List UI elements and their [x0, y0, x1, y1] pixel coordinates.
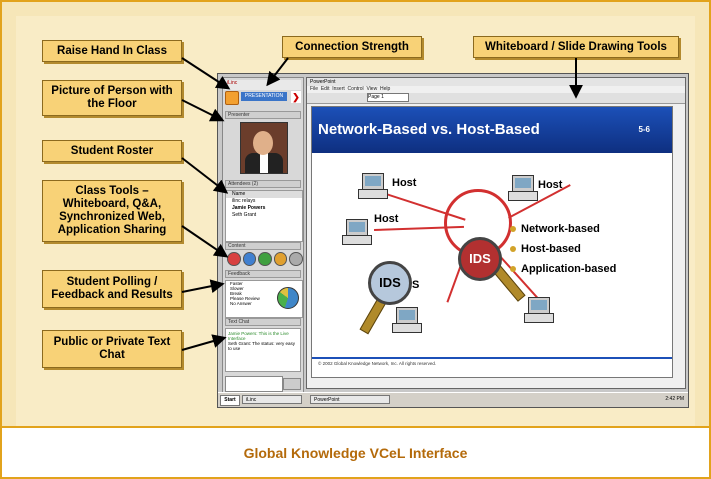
feedback-header: Feedback: [225, 270, 301, 278]
app-share-tool-icon[interactable]: [273, 252, 288, 266]
chat-input[interactable]: [225, 376, 283, 392]
content-header: Content: [225, 242, 301, 250]
taskbar-item[interactable]: iLinc: [242, 395, 302, 404]
menu-help[interactable]: Help: [380, 86, 390, 92]
slide-bullet: Host-based: [510, 243, 581, 255]
qa-tool-icon[interactable]: [242, 252, 257, 266]
callout-roster: Student Roster: [42, 140, 182, 162]
student-roster: Name ilinc relays Jamie Powers Seth Gran…: [225, 190, 303, 242]
menu-insert[interactable]: Insert: [332, 86, 345, 92]
slide-footer-line: [312, 357, 672, 359]
presenter-header: Presenter: [225, 111, 301, 119]
host-label: Host: [538, 179, 563, 191]
callout-chat: Public or Private Text Chat: [42, 330, 182, 368]
ppt-menu-bar: File Edit Insert Control View Help: [307, 86, 685, 93]
chat-send-button[interactable]: [283, 378, 301, 390]
vcel-screenshot: iLinc PRESENTATION ❯ Presenter Attendees…: [217, 73, 689, 408]
taskbar-item[interactable]: PowerPoint: [310, 395, 390, 404]
figure-caption: Global Knowledge VCeL Interface: [2, 428, 709, 477]
menu-edit[interactable]: Edit: [321, 86, 330, 92]
chat-header: Text Chat: [225, 318, 301, 326]
taskbar-clock: 2:42 PM: [665, 396, 684, 402]
host-computer-icon: [358, 173, 388, 201]
roster-item[interactable]: ilinc relays: [226, 198, 302, 205]
callout-polling: Student Polling / Feedback and Results: [42, 270, 182, 308]
ilinc-side-panel: iLinc PRESENTATION ❯ Presenter Attendees…: [222, 77, 304, 401]
callout-class-tools: Class Tools – Whiteboard, Q&A, Synchroni…: [42, 180, 182, 242]
slide-bullet: Network-based: [510, 223, 600, 235]
chat-message: Jamie Powers: This is the Live Interface: [228, 331, 289, 341]
start-button[interactable]: Start: [220, 395, 240, 406]
page-select[interactable]: Page 1: [367, 93, 409, 103]
computer-icon: [524, 297, 554, 325]
slide-header: Network-Based vs. Host-Based 5-6: [312, 107, 672, 153]
settings-tool-icon[interactable]: [289, 252, 303, 266]
host-computer-icon: [508, 175, 538, 203]
ilinc-title-bar: iLinc: [225, 80, 301, 90]
network-link: [446, 264, 462, 303]
chat-message: Seth Grant: The status: very easy to use: [228, 341, 295, 351]
roster-header: Name: [226, 191, 302, 198]
whiteboard-tool-icon[interactable]: [227, 252, 241, 266]
taskbar: Start iLinc PowerPoint 2:42 PM: [218, 392, 688, 407]
callout-picture: Picture of Person with the Floor: [42, 80, 182, 116]
ilinc-button-row: PRESENTATION ❯: [225, 91, 301, 105]
callout-connection-strength: Connection Strength: [282, 36, 422, 58]
roster-item[interactable]: Seth Grant: [226, 212, 302, 219]
menu-control[interactable]: Control: [348, 86, 364, 92]
computer-icon: [392, 307, 422, 335]
polling-panel: Faster Slower Break Please Review No Ans…: [225, 280, 303, 318]
presenter-photo: [240, 122, 288, 174]
drawing-toolbar: Page 1: [307, 93, 685, 104]
slide-number: 5-6: [638, 125, 650, 134]
host-label: Host: [392, 177, 417, 189]
connection-strength-icon: ❯: [291, 91, 301, 103]
slide-bullet: Application-based: [510, 263, 616, 275]
powerpoint-window: PowerPoint File Edit Insert Control View…: [306, 77, 686, 389]
menu-view[interactable]: View: [366, 86, 377, 92]
poll-results-pie: [277, 287, 299, 309]
web-tool-icon[interactable]: [258, 252, 272, 266]
host-label: Host: [374, 213, 399, 225]
slide-title: Network-Based vs. Host-Based: [318, 121, 540, 138]
slide-canvas: Network-Based vs. Host-Based 5-6 Host Ho…: [311, 106, 673, 378]
menu-file[interactable]: File: [310, 86, 318, 92]
ppt-title-bar: PowerPoint: [307, 78, 685, 86]
s-label: S: [412, 279, 420, 291]
callout-raise-hand: Raise Hand In Class: [42, 40, 182, 62]
attendees-header: Attendees (2): [225, 180, 301, 188]
chat-log: Jamie Powers: This is the Live Interface…: [225, 328, 301, 372]
roster-item[interactable]: Jamie Powers: [226, 205, 302, 212]
raise-hand-button[interactable]: [225, 91, 239, 105]
callout-whiteboard-tools: Whiteboard / Slide Drawing Tools: [473, 36, 679, 58]
host-computer-icon: [342, 219, 372, 247]
slide-footer: © 2002 Global Knowledge Network, Inc. Al…: [318, 361, 437, 366]
class-tools-bar: [225, 252, 303, 268]
presentation-button[interactable]: PRESENTATION: [241, 92, 287, 101]
